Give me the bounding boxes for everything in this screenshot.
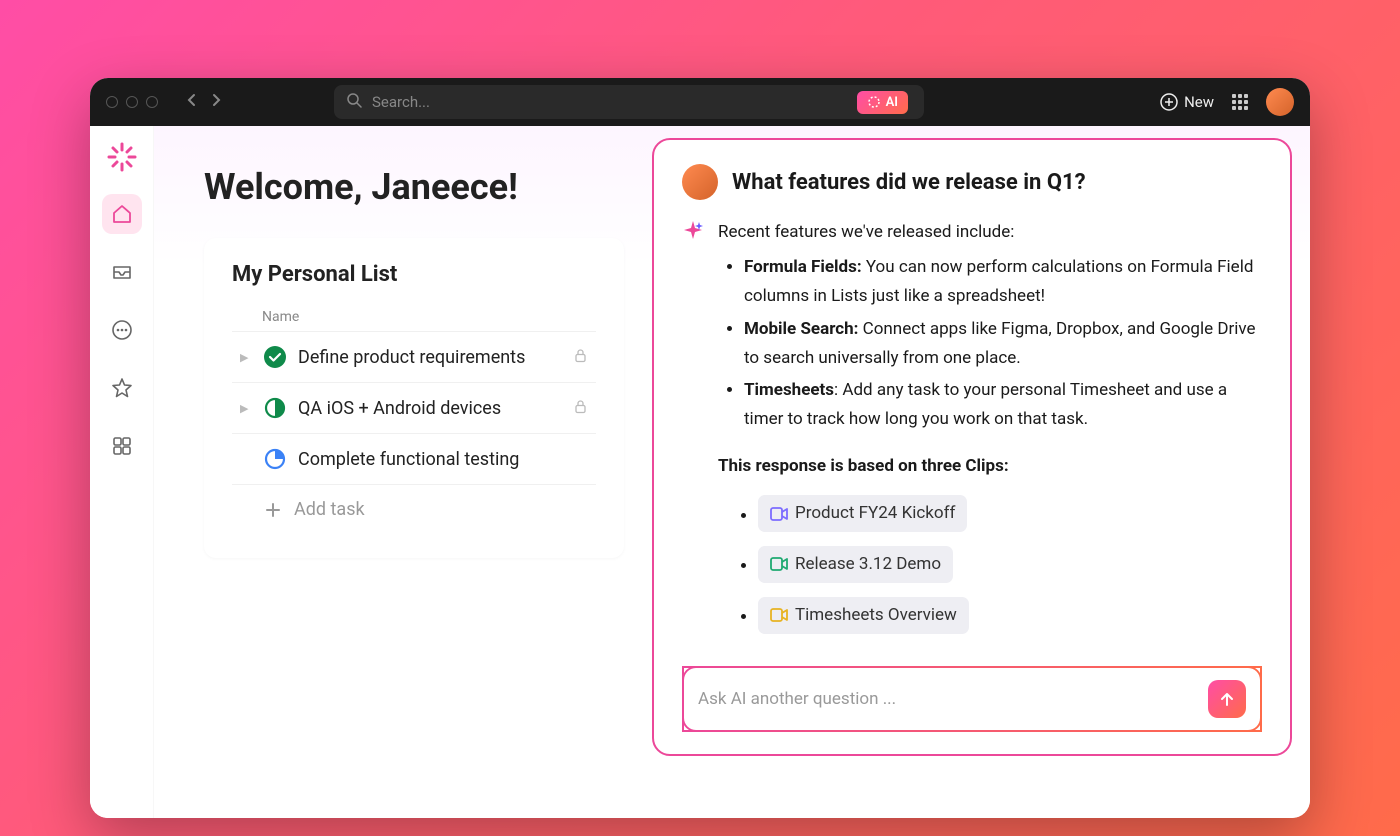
sparkle-icon <box>867 95 881 109</box>
ai-input-row <box>682 666 1262 732</box>
plus-circle-icon <box>1160 93 1178 111</box>
clip-item: Timesheets Overview <box>758 597 1262 634</box>
grid-icon <box>111 435 133 457</box>
task-row[interactable]: Complete functional testing <box>232 433 596 484</box>
app-logo-icon[interactable] <box>107 142 137 176</box>
lock-icon <box>573 398 588 419</box>
window-controls <box>106 96 158 108</box>
apps-grid-icon[interactable] <box>1232 94 1248 110</box>
clip-item: Release 3.12 Demo <box>758 546 1262 583</box>
titlebar: Search... AI New <box>90 78 1310 126</box>
video-icon <box>770 608 788 622</box>
chevron-right-icon: ▶ <box>240 351 252 364</box>
ai-intro: Recent features we've released include: <box>718 218 1262 247</box>
nav-arrows <box>186 93 222 111</box>
task-label: QA iOS + Android devices <box>298 398 501 419</box>
sidebar-home[interactable] <box>102 194 142 234</box>
new-label: New <box>1184 93 1214 111</box>
task-row[interactable]: ▶ Define product requirements <box>232 331 596 382</box>
sidebar <box>90 126 154 818</box>
clip-chip[interactable]: Timesheets Overview <box>758 597 969 634</box>
arrow-up-icon <box>1218 690 1236 708</box>
chevron-right-icon: ▶ <box>240 402 252 415</box>
video-icon <box>770 507 788 521</box>
clip-label: Timesheets Overview <box>795 601 957 630</box>
ai-badge-label: AI <box>886 95 898 110</box>
task-status-icon <box>264 448 286 470</box>
nav-forward-icon[interactable] <box>212 93 222 111</box>
feature-item: Mobile Search: Connect apps like Figma, … <box>744 315 1262 373</box>
minimize-window-dot[interactable] <box>126 96 138 108</box>
sidebar-favorites[interactable] <box>102 368 142 408</box>
titlebar-right: New <box>1160 88 1294 116</box>
search-placeholder: Search... <box>372 93 847 111</box>
task-label: Complete functional testing <box>298 449 519 470</box>
lock-icon <box>573 347 588 368</box>
clips-title: This response is based on three Clips: <box>718 452 1262 481</box>
inbox-icon <box>111 261 133 283</box>
plus-icon <box>264 501 282 519</box>
app-body: Welcome, Janeece! My Personal List Name … <box>90 126 1310 818</box>
clip-chip[interactable]: Product FY24 Kickoff <box>758 495 967 532</box>
personal-list-card: My Personal List Name ▶ Define product re… <box>204 238 624 558</box>
add-task-button[interactable]: Add task <box>232 484 596 534</box>
user-avatar[interactable] <box>1266 88 1294 116</box>
search-bar[interactable]: Search... AI <box>334 85 924 119</box>
clip-label: Release 3.12 Demo <box>795 550 941 579</box>
home-icon <box>111 203 133 225</box>
clip-item: Product FY24 Kickoff <box>758 495 1262 532</box>
task-status-icon <box>264 346 286 368</box>
feature-item: Timesheets: Add any task to your persona… <box>744 376 1262 434</box>
ai-badge[interactable]: AI <box>857 91 908 114</box>
task-row[interactable]: ▶ QA iOS + Android devices <box>232 382 596 433</box>
star-icon <box>111 377 133 399</box>
user-avatar-small <box>682 164 718 200</box>
feature-item: Formula Fields: You can now perform calc… <box>744 253 1262 311</box>
ai-content: Recent features we've released include: … <box>718 218 1262 648</box>
search-icon <box>346 92 362 112</box>
task-status-icon <box>264 397 286 419</box>
feature-list: Formula Fields: You can now perform calc… <box>718 253 1262 434</box>
ai-response: Recent features we've released include: … <box>682 218 1262 648</box>
ai-sparkle-icon <box>682 220 704 648</box>
nav-back-icon[interactable] <box>186 93 196 111</box>
sidebar-more[interactable] <box>102 310 142 350</box>
ai-input[interactable] <box>698 689 1196 709</box>
more-circle-icon <box>111 319 133 341</box>
ai-header: What features did we release in Q1? <box>682 164 1262 200</box>
app-window: Search... AI New <box>90 78 1310 818</box>
close-window-dot[interactable] <box>106 96 118 108</box>
maximize-window-dot[interactable] <box>146 96 158 108</box>
sidebar-apps[interactable] <box>102 426 142 466</box>
new-button[interactable]: New <box>1160 93 1214 111</box>
ai-send-button[interactable] <box>1208 680 1246 718</box>
clip-label: Product FY24 Kickoff <box>795 499 955 528</box>
sidebar-inbox[interactable] <box>102 252 142 292</box>
clips-list: Product FY24 Kickoff Release 3.12 Demo Tim… <box>718 495 1262 634</box>
list-title: My Personal List <box>232 262 596 287</box>
col-header-name: Name <box>232 303 596 331</box>
add-task-label: Add task <box>294 499 365 520</box>
task-label: Define product requirements <box>298 347 525 368</box>
ai-question: What features did we release in Q1? <box>732 170 1086 195</box>
ai-panel: What features did we release in Q1? Rece… <box>652 138 1292 756</box>
clip-chip[interactable]: Release 3.12 Demo <box>758 546 953 583</box>
video-icon <box>770 557 788 571</box>
